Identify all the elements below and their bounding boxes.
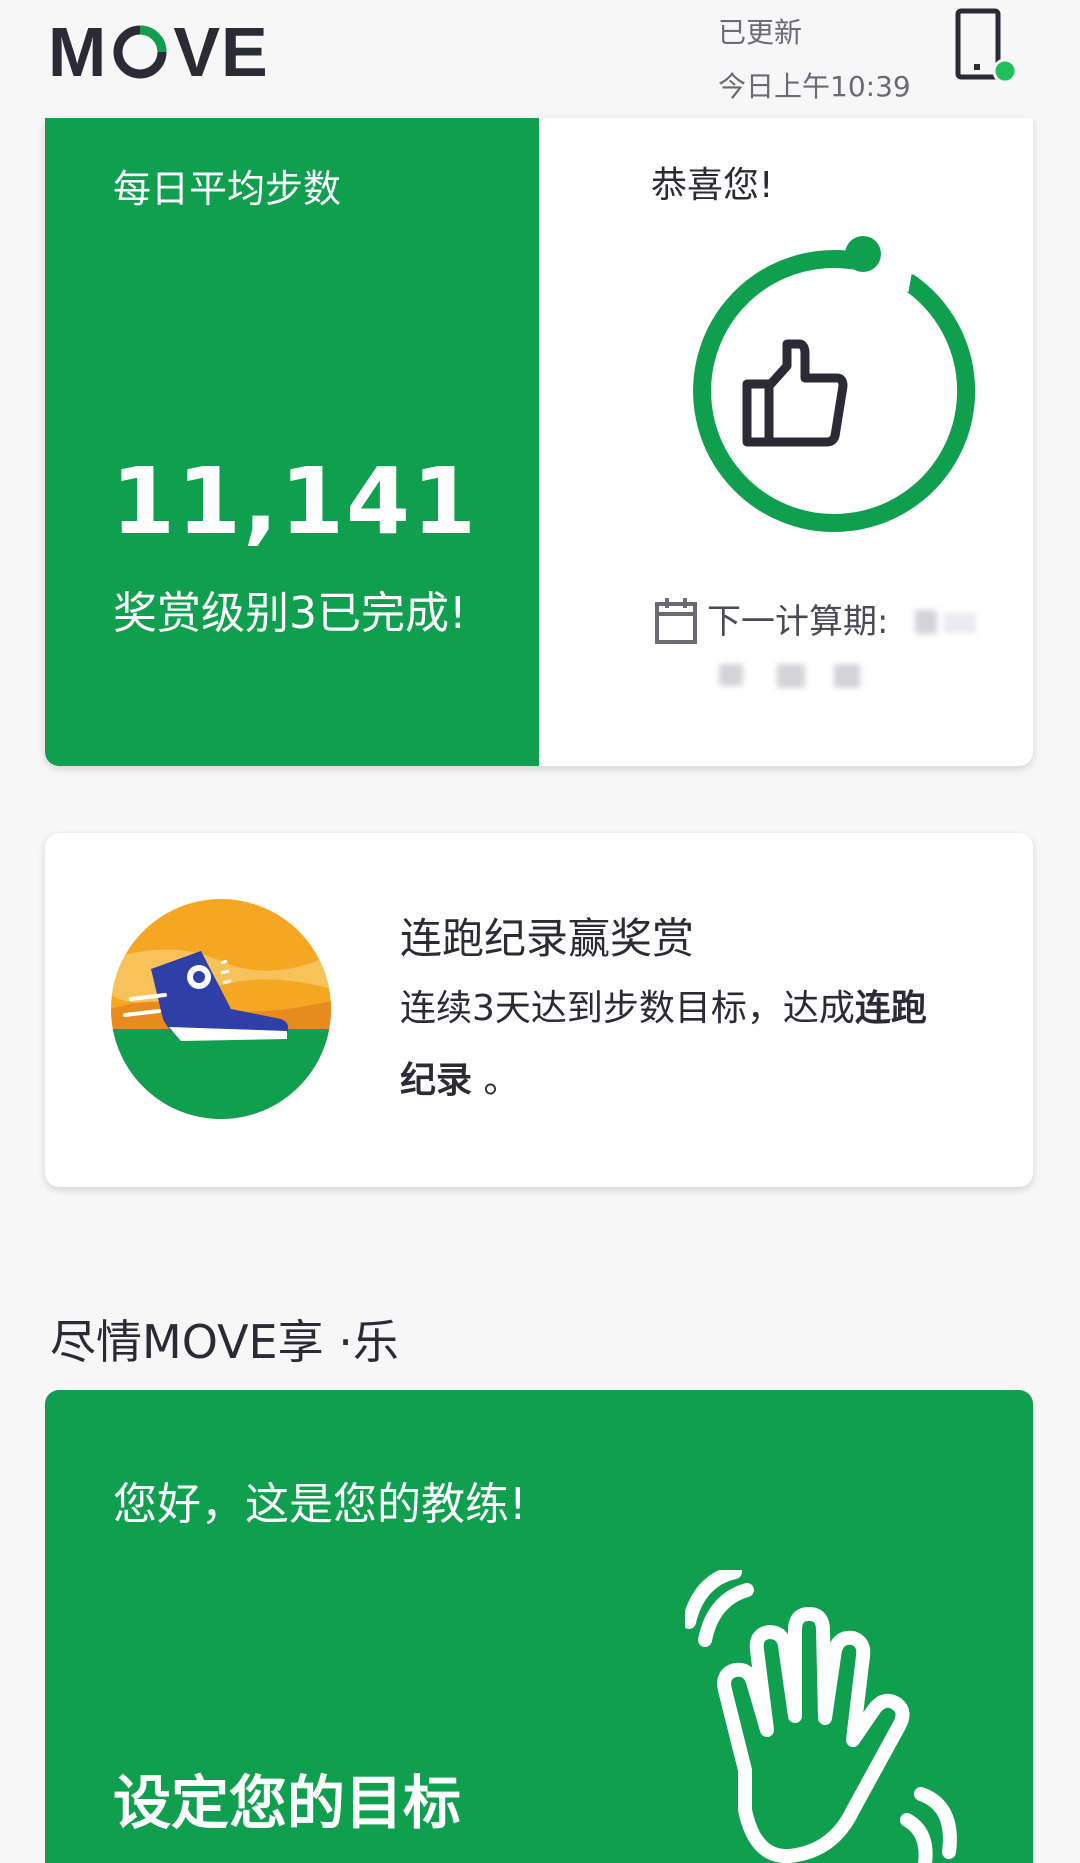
redacted-date-2 (944, 613, 976, 633)
redacted-date-1 (915, 610, 937, 634)
sync-status: 已更新 今日上午10:39 (718, 6, 911, 114)
reward-status: 奖赏级别3已完成! (113, 588, 467, 639)
move-logo: M VE (48, 13, 269, 91)
steps-summary-panel: 每日平均步数 11,141 奖赏级别3已完成! (45, 118, 539, 766)
section-title: 尽情MOVE享 ·乐 (50, 1315, 399, 1369)
device-sync-icon[interactable] (955, 8, 1017, 88)
redacted-date-5 (834, 664, 860, 688)
logo-text-m: M (48, 13, 108, 91)
streak-desc-suffix: 。 (472, 1060, 520, 1101)
calendar-icon (655, 598, 697, 644)
progress-panel: 恭喜您! 下一计算期: (539, 118, 1033, 766)
steps-label: 每日平均步数 (113, 167, 342, 211)
coach-card[interactable]: 您好，这是您的教练! 设定您的目标 (45, 1390, 1033, 1863)
app-header: M VE 已更新 今日上午10:39 (0, 0, 1080, 118)
redacted-date-4 (777, 664, 805, 688)
coach-greeting: 您好，这是您的教练! (113, 1479, 527, 1530)
set-goal-link[interactable]: 设定您的目标 (113, 1756, 461, 1840)
redacted-date-3 (719, 664, 743, 686)
steps-value: 11,141 (111, 448, 479, 555)
next-period-label: 下一计算期: (707, 602, 889, 642)
waving-hand-icon (685, 1570, 957, 1863)
sync-time: 今日上午10:39 (718, 70, 911, 103)
streak-title: 连跑纪录赢奖赏 (400, 914, 695, 963)
congrats-text: 恭喜您! (651, 165, 774, 206)
steps-card[interactable]: 每日平均步数 11,141 奖赏级别3已完成! 恭喜您! 下一计算期: (45, 118, 1033, 766)
streak-description: 连续3天达到步数目标，达成连跑纪录 。 (400, 973, 960, 1117)
logo-text-ve: VE (173, 13, 269, 91)
running-shoe-icon (111, 899, 331, 1119)
streak-desc-prefix: 连续3天达到步数目标，达成 (400, 988, 855, 1029)
streak-card[interactable]: 连跑纪录赢奖赏 连续3天达到步数目标，达成连跑纪录 。 (45, 833, 1033, 1187)
sync-status-label: 已更新 (718, 16, 803, 49)
thumbs-up-icon (742, 339, 848, 447)
move-logo-ring-icon (113, 25, 167, 79)
